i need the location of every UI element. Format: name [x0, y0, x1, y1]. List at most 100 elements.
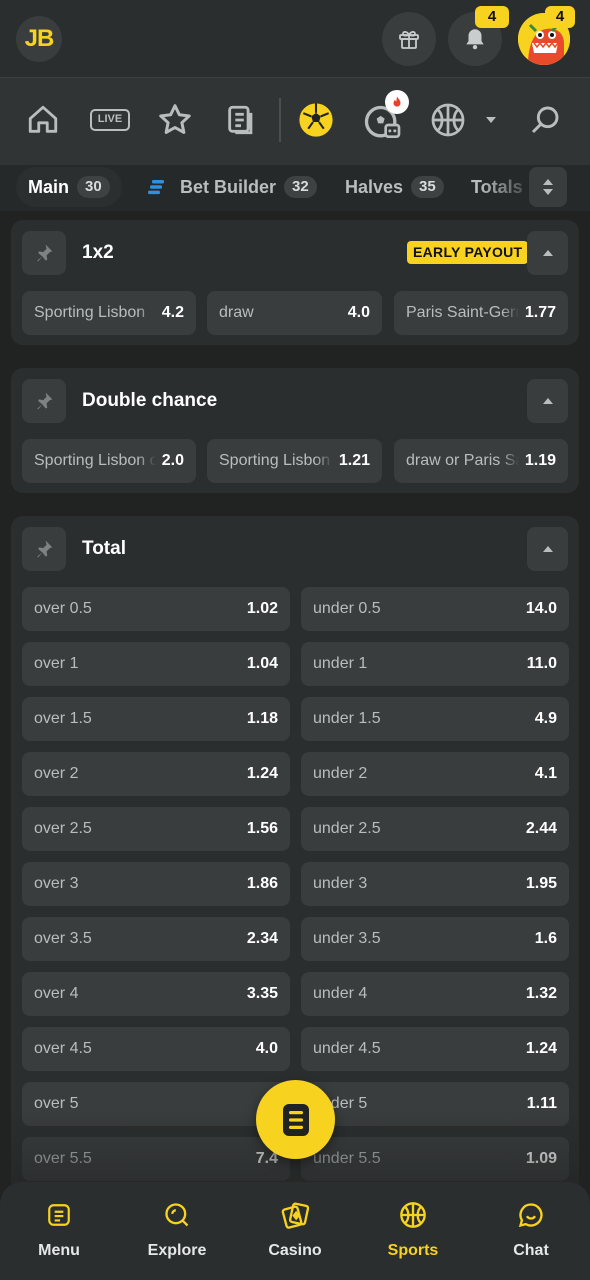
- total-under-button[interactable]: under 2.5 2.44: [301, 807, 569, 851]
- expand-collapse-all-button[interactable]: [529, 167, 567, 207]
- total-under-button[interactable]: under 5.5 1.09: [301, 1137, 569, 1181]
- total-over-button[interactable]: over 1 1.04: [22, 642, 290, 686]
- odd-label: Paris Saint-Germain: [406, 304, 519, 321]
- odd-label: under 5: [313, 1095, 368, 1112]
- total-over-button[interactable]: over 0.5 1.02: [22, 587, 290, 631]
- odd-label: Sporting Lisbon or Paris Saint-Germain: [219, 452, 333, 469]
- total-under-button[interactable]: under 2 4.1: [301, 752, 569, 796]
- odd-button[interactable]: draw 4.0: [207, 291, 382, 335]
- collapse-button[interactable]: [527, 379, 568, 423]
- tab-count: 32: [284, 176, 317, 198]
- odd-button[interactable]: Sporting Lisbon or Paris Saint-Germain 1…: [207, 439, 382, 483]
- total-over-button[interactable]: over 3 1.86: [22, 862, 290, 906]
- total-under-button[interactable]: under 4.5 1.24: [301, 1027, 569, 1071]
- notifications-badge: 4: [475, 6, 509, 28]
- home-button[interactable]: [23, 100, 63, 140]
- odd-label: over 3.5: [34, 930, 92, 947]
- bottom-nav-sports[interactable]: Sports: [363, 1200, 463, 1260]
- collapse-button[interactable]: [527, 527, 568, 571]
- pin-button[interactable]: [22, 527, 66, 571]
- odd-value: 1.77: [524, 304, 556, 321]
- odd-value: 11.0: [526, 655, 557, 672]
- avatar-badge: 4: [545, 6, 575, 28]
- basketball-button[interactable]: [428, 100, 468, 140]
- odd-label: over 5.5: [34, 1150, 92, 1167]
- caret-down-icon: [486, 117, 496, 123]
- top-header: JB 4 4: [0, 0, 590, 77]
- odd-button[interactable]: Paris Saint-Germain 1.77: [394, 291, 568, 335]
- total-under-button[interactable]: under 1.5 4.9: [301, 697, 569, 741]
- odd-label: under 5.5: [313, 1150, 381, 1167]
- pin-button[interactable]: [22, 379, 66, 423]
- pin-icon: [37, 392, 53, 410]
- total-under-button[interactable]: under 3 1.95: [301, 862, 569, 906]
- total-over-button[interactable]: over 1.5 1.18: [22, 697, 290, 741]
- bottom-nav-label: Menu: [38, 1242, 80, 1259]
- bottom-nav-chat[interactable]: Chat: [481, 1200, 581, 1260]
- market-title: Double chance: [82, 390, 218, 411]
- brand-logo[interactable]: JB: [16, 16, 62, 62]
- total-over-button[interactable]: over 4.5 4.0: [22, 1027, 290, 1071]
- odd-value: 4.2: [161, 304, 184, 321]
- odd-button[interactable]: Sporting Lisbon 4.2: [22, 291, 196, 335]
- tab-bet-builder[interactable]: Bet Builder 32: [148, 167, 317, 207]
- odd-button[interactable]: Sporting Lisbon or draw 2.0: [22, 439, 196, 483]
- home-icon: [28, 105, 58, 133]
- total-under-button[interactable]: under 3.5 1.6: [301, 917, 569, 961]
- live-button[interactable]: LIVE: [89, 100, 131, 140]
- odd-value: 1.24: [525, 1040, 557, 1057]
- odd-value: 1.09: [525, 1150, 557, 1167]
- bottom-nav-label: Casino: [268, 1242, 322, 1259]
- total-over-button[interactable]: over 4 3.35: [22, 972, 290, 1016]
- odd-button[interactable]: draw or Paris Saint-Germain 1.19: [394, 439, 568, 483]
- odd-label: under 3: [313, 875, 368, 892]
- explore-icon: [165, 1203, 189, 1227]
- odd-label: over 5: [34, 1095, 79, 1112]
- virtual-football-button[interactable]: [364, 90, 409, 140]
- odd-label: Sporting Lisbon or draw: [34, 452, 156, 469]
- odd-label: under 1: [313, 655, 368, 672]
- bottom-nav-explore[interactable]: Explore: [127, 1200, 227, 1260]
- gift-button[interactable]: [382, 12, 436, 66]
- more-sports-dropdown[interactable]: [478, 100, 504, 140]
- odd-label: over 1.5: [34, 710, 92, 727]
- football-button[interactable]: [296, 100, 336, 140]
- total-under-button[interactable]: under 0.5 14.0: [301, 587, 569, 631]
- total-over-button[interactable]: over 2 1.24: [22, 752, 290, 796]
- pin-icon: [37, 540, 53, 558]
- odd-value: 2.34: [246, 930, 278, 947]
- tab-label: Bet Builder: [180, 176, 277, 197]
- search-button[interactable]: [525, 100, 565, 140]
- odd-value: 2.44: [525, 820, 557, 837]
- market-title: Total: [82, 538, 126, 559]
- odd-value: 1.32: [525, 985, 557, 1002]
- pin-icon: [37, 244, 53, 262]
- odd-value: 2.0: [161, 452, 184, 469]
- sport-nav: LIVE: [0, 77, 590, 165]
- bottom-nav-casino[interactable]: Casino: [245, 1200, 345, 1260]
- total-under-button[interactable]: under 1 11.0: [301, 642, 569, 686]
- gift-icon: [399, 30, 419, 49]
- favorites-button[interactable]: [155, 100, 195, 140]
- total-under-button[interactable]: under 5 1.11: [301, 1082, 569, 1126]
- search-icon: [531, 106, 559, 134]
- tab-halves[interactable]: Halves 35: [345, 167, 444, 207]
- odd-value: 1.04: [246, 655, 278, 672]
- betslip-button[interactable]: [256, 1080, 335, 1159]
- collapse-button[interactable]: [527, 231, 568, 275]
- total-under-button[interactable]: under 4 1.32: [301, 972, 569, 1016]
- odd-label: over 4.5: [34, 1040, 92, 1057]
- bet-history-button[interactable]: [221, 100, 261, 140]
- total-over-button[interactable]: over 56.: [22, 1082, 290, 1126]
- casino-icon: [281, 1202, 309, 1229]
- pin-button[interactable]: [22, 231, 66, 275]
- tab-main[interactable]: Main 30: [16, 167, 122, 207]
- odd-label: draw or Paris Saint-Germain: [406, 452, 519, 469]
- total-over-button[interactable]: over 3.5 2.34: [22, 917, 290, 961]
- total-over-button[interactable]: over 2.5 1.56: [22, 807, 290, 851]
- sports-icon: [400, 1202, 426, 1228]
- odd-label: over 0.5: [34, 600, 92, 617]
- total-over-button[interactable]: over 5.5 7.4: [22, 1137, 290, 1181]
- odd-label: over 3: [34, 875, 79, 892]
- bottom-nav-menu[interactable]: Menu: [9, 1200, 109, 1260]
